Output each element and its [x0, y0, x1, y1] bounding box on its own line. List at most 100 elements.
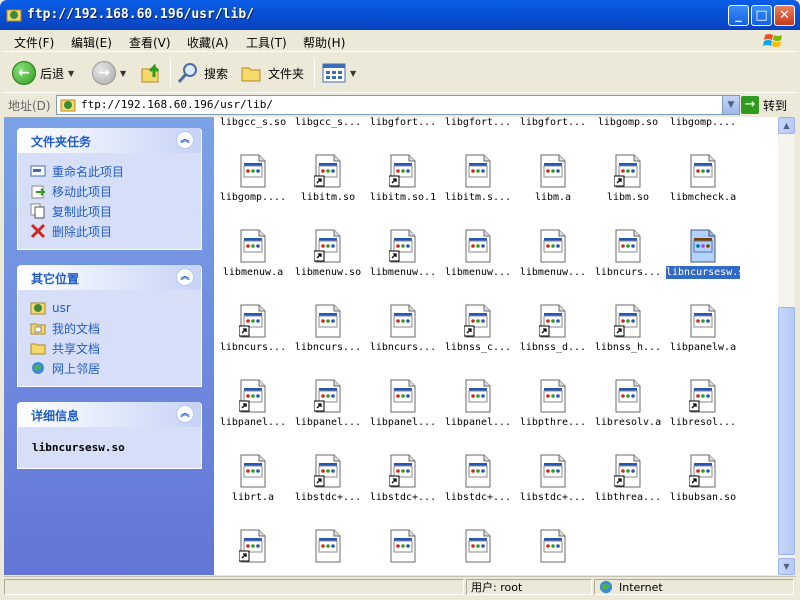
file-item[interactable]: libgfort... — [441, 117, 515, 154]
forward-button[interactable]: → ▼ — [92, 59, 126, 87]
task-label: 删除此项目 — [52, 224, 113, 239]
file-item[interactable] — [366, 529, 440, 575]
file-item[interactable] — [291, 529, 365, 575]
file-label: libgcc_s.so — [219, 117, 287, 128]
file-item[interactable]: libpanel... — [216, 379, 290, 454]
file-item[interactable]: libnss_h... — [591, 304, 665, 379]
panel-header[interactable]: 文件夹任务 ︽ — [18, 128, 201, 153]
file-item[interactable]: libstdc+... — [441, 454, 515, 529]
file-icon — [690, 304, 716, 338]
file-item[interactable]: libitm.so — [291, 154, 365, 229]
task-copy[interactable]: 复制此项目 — [30, 201, 191, 221]
file-item[interactable]: libgcc_s.so — [216, 117, 290, 154]
file-item[interactable]: libitm.s... — [441, 154, 515, 229]
file-icon — [465, 154, 491, 188]
back-button[interactable]: ← 后退 ▼ — [12, 59, 74, 87]
file-item[interactable]: libpanelw.a — [666, 304, 740, 379]
file-item[interactable]: libubsan.so — [666, 454, 740, 529]
maximize-button[interactable]: □ — [751, 5, 772, 26]
address-dropdown-button[interactable]: ▼ — [722, 96, 739, 114]
file-item[interactable]: libmenuw... — [441, 229, 515, 304]
file-item[interactable]: libnss_c... — [441, 304, 515, 379]
file-icon — [540, 229, 566, 263]
place-usr[interactable]: usr — [30, 298, 191, 318]
views-button[interactable]: ▼ — [322, 59, 356, 87]
file-item[interactable]: libitm.so.1 — [366, 154, 440, 229]
place-my-documents[interactable]: 我的文档 — [30, 318, 191, 338]
task-label: 移动此项目 — [52, 184, 113, 199]
file-item[interactable]: libncurs... — [216, 304, 290, 379]
file-item[interactable]: libgfort... — [366, 117, 440, 154]
file-item[interactable]: libgcc_s... — [291, 117, 365, 154]
menu-favorites[interactable]: 收藏(A) — [187, 34, 229, 51]
menu-view[interactable]: 查看(V) — [129, 34, 171, 51]
file-item[interactable]: libncurs... — [291, 304, 365, 379]
address-input[interactable]: ftp://192.168.60.196/usr/lib/ ▼ — [56, 95, 740, 115]
file-item[interactable]: libncurs... — [591, 229, 665, 304]
file-label: libgomp.... — [669, 117, 737, 128]
file-item[interactable]: libnss_d... — [516, 304, 590, 379]
file-item[interactable]: libmenuw.a — [216, 229, 290, 304]
file-item[interactable]: libmenuw.so — [291, 229, 365, 304]
file-item[interactable]: libgomp.... — [666, 117, 740, 154]
file-item[interactable]: libm.so — [591, 154, 665, 229]
file-icon — [390, 304, 416, 338]
file-view[interactable]: libgcc_s.so libgcc_s... libgfort... libgfor… — [214, 117, 778, 575]
close-button[interactable]: ✕ — [774, 5, 795, 26]
file-item[interactable] — [441, 529, 515, 575]
file-item[interactable]: libmenuw... — [516, 229, 590, 304]
up-folder-button[interactable] — [140, 59, 164, 87]
menu-tools[interactable]: 工具(T) — [246, 34, 287, 51]
file-item[interactable]: libncurs... — [366, 304, 440, 379]
ftp-folder-icon — [6, 9, 22, 22]
shortcut-file-icon — [689, 454, 716, 488]
file-item[interactable]: libthrea... — [591, 454, 665, 529]
vertical-scrollbar[interactable]: ▲ ▼ — [778, 117, 795, 575]
file-item[interactable]: libgomp.so — [591, 117, 665, 154]
file-item[interactable]: libstdc+... — [516, 454, 590, 529]
file-item[interactable]: libpthre... — [516, 379, 590, 454]
file-item[interactable]: libmenuw... — [366, 229, 440, 304]
file-label: libpanel... — [444, 417, 512, 428]
collapse-icon[interactable]: ︽ — [176, 268, 194, 286]
file-icon — [465, 529, 491, 563]
collapse-icon[interactable]: ︽ — [176, 405, 194, 423]
go-button[interactable]: → 转到 — [741, 95, 787, 115]
file-item[interactable]: libstdc+... — [291, 454, 365, 529]
place-label: usr — [52, 301, 71, 315]
panel-header[interactable]: 详细信息 ︽ — [18, 402, 201, 427]
task-move[interactable]: 移动此项目 — [30, 181, 191, 201]
file-item[interactable]: libm.a — [516, 154, 590, 229]
minimize-button[interactable]: _ — [728, 5, 749, 26]
file-item[interactable]: libresol... — [666, 379, 740, 454]
scroll-down-button[interactable]: ▼ — [778, 558, 795, 575]
file-item[interactable]: libstdc+... — [366, 454, 440, 529]
file-item[interactable] — [516, 529, 590, 575]
menu-edit[interactable]: 编辑(E) — [71, 34, 112, 51]
search-button[interactable]: 搜索 — [176, 59, 228, 87]
collapse-icon[interactable]: ︽ — [176, 131, 194, 149]
folders-button[interactable]: 文件夹 — [240, 59, 304, 87]
task-delete[interactable]: 删除此项目 — [30, 221, 191, 241]
menu-file[interactable]: 文件(F) — [14, 34, 54, 51]
file-item[interactable]: libgfort... — [516, 117, 590, 154]
file-item[interactable]: libmcheck.a — [666, 154, 740, 229]
menu-help[interactable]: 帮助(H) — [303, 34, 345, 51]
place-network[interactable]: 网上邻居 — [30, 358, 191, 378]
file-item[interactable] — [216, 529, 290, 575]
task-rename[interactable]: 重命名此项目 — [30, 161, 191, 181]
file-label: libncurs... — [219, 342, 287, 353]
file-item[interactable]: libresolv.a — [591, 379, 665, 454]
file-item-selected[interactable]: libncursesw.so — [665, 229, 750, 304]
file-item[interactable]: libpanel... — [366, 379, 440, 454]
scroll-up-button[interactable]: ▲ — [778, 117, 795, 134]
file-icon — [540, 454, 566, 488]
file-item[interactable]: libgomp.... — [216, 154, 290, 229]
file-item[interactable]: librt.a — [216, 454, 290, 529]
place-shared-documents[interactable]: 共享文档 — [30, 338, 191, 358]
file-item[interactable]: libpanel... — [291, 379, 365, 454]
panel-header[interactable]: 其它位置 ︽ — [18, 265, 201, 290]
file-label: libmenuw... — [519, 267, 587, 278]
scroll-thumb[interactable] — [778, 307, 795, 555]
file-item[interactable]: libpanel... — [441, 379, 515, 454]
